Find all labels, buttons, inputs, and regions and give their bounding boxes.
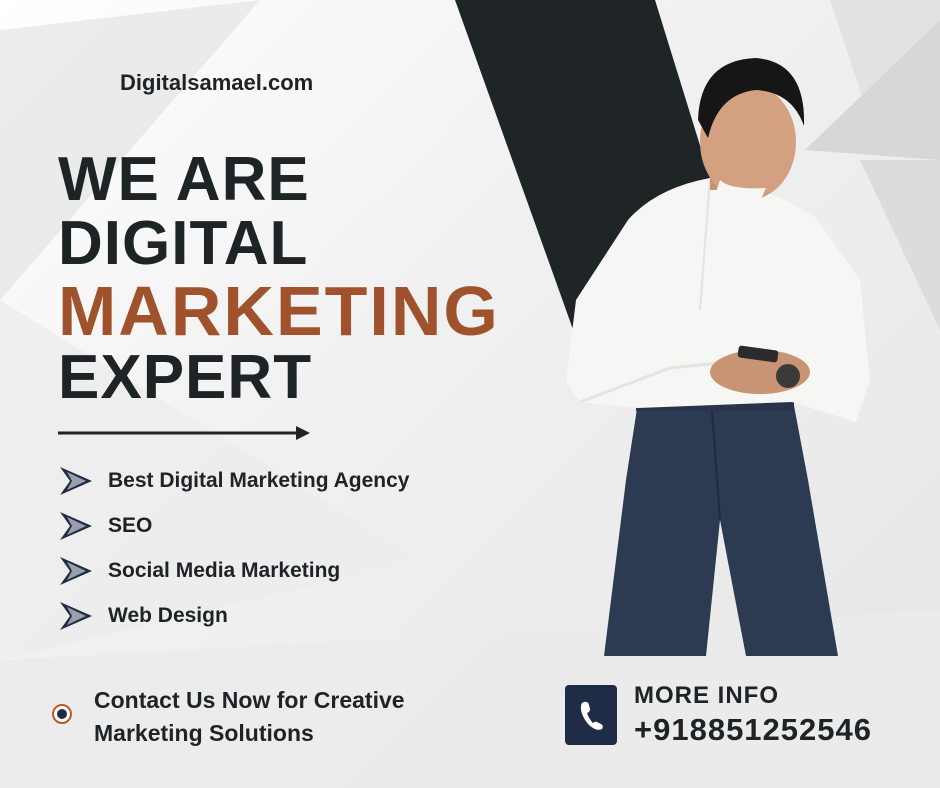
businessman-photo: [566, 58, 870, 656]
cta-line-2: Marketing Solutions: [94, 720, 314, 746]
headline-line-4: EXPERT: [58, 343, 313, 412]
service-item: Social Media Marketing: [58, 548, 409, 593]
services-list: Best Digital Marketing Agency SEO Social…: [58, 458, 409, 638]
headline-line-2: DIGITAL: [58, 209, 309, 278]
service-label: Social Media Marketing: [108, 558, 341, 582]
service-item: Best Digital Marketing Agency: [58, 458, 409, 503]
service-label: Web Design: [108, 603, 228, 627]
pants: [604, 395, 838, 656]
wristwatch: [776, 364, 800, 388]
flyer-canvas: Digitalsamael.com WE ARE DIGITAL MARKETI…: [0, 0, 940, 788]
call-to-action: Contact Us Now for Creative Marketing So…: [94, 684, 454, 750]
more-info-label: MORE INFO: [634, 682, 779, 709]
chevron-bullet-icon: [58, 509, 96, 543]
chevron-bullet-icon: [58, 464, 96, 498]
service-item: Web Design: [58, 593, 409, 638]
chevron-bullet-icon: [58, 554, 96, 588]
chevron-bullet-icon: [58, 599, 96, 633]
service-item: SEO: [58, 503, 409, 548]
service-label: SEO: [108, 513, 153, 537]
headline-line-3: MARKETING: [58, 272, 500, 350]
cta-line-1: Contact Us Now for Creative: [94, 687, 405, 713]
arrow-right-icon: [58, 426, 310, 440]
site-url: Digitalsamael.com: [120, 70, 314, 95]
target-bullet-icon: [52, 704, 72, 724]
phone-number[interactable]: +918851252546: [634, 712, 872, 748]
shirt: [566, 178, 870, 422]
phone-icon[interactable]: [565, 685, 617, 745]
headline-line-1: WE ARE: [58, 145, 310, 214]
headline: WE ARE DIGITAL MARKETING EXPERT: [58, 148, 500, 410]
service-label: Best Digital Marketing Agency: [108, 468, 410, 492]
